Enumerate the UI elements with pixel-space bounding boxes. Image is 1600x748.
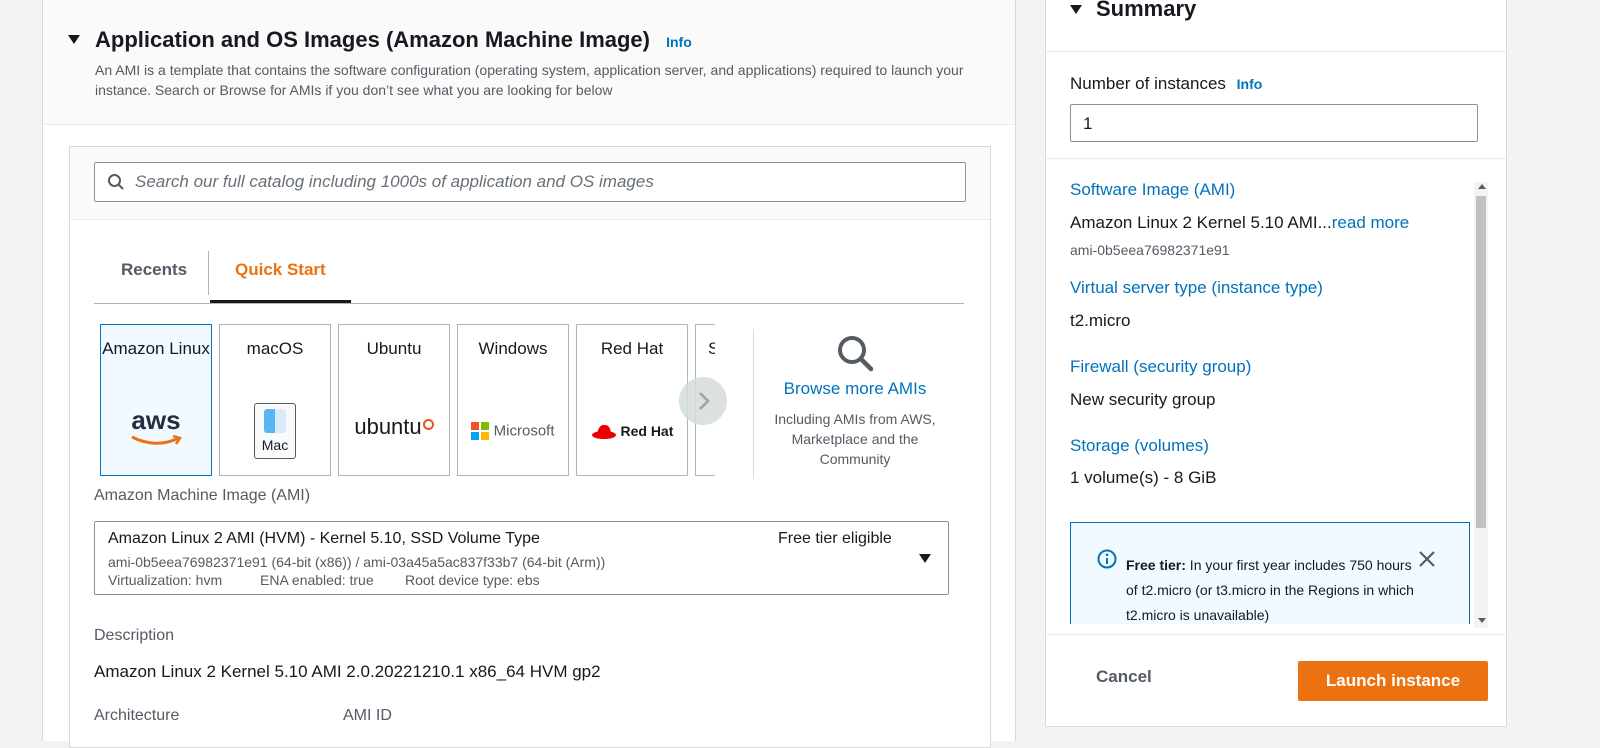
windows-icon [471,422,490,441]
redhat-logo-icon: Red Hat [577,417,687,445]
tab-recents[interactable]: Recents [121,260,187,280]
footer-divider [1046,634,1506,635]
search-icon [108,174,124,190]
free-tier-message: Free tier: In your first year includes 7… [1126,553,1416,624]
collapse-caret-icon[interactable] [68,35,80,44]
free-tier-alert: Free tier: In your first year includes 7… [1070,522,1470,624]
browse-more-amis-subtext: Including AMIs from AWS, Marketplace and… [774,411,936,467]
instances-info-link[interactable]: Info [1237,76,1263,92]
os-card-label: Amazon Linux [102,339,210,358]
ami-id-label: AMI ID [343,707,392,724]
description-value: Amazon Linux 2 Kernel 5.10 AMI 2.0.20221… [94,662,601,681]
os-card-windows[interactable]: Windows Microsoft [457,324,569,476]
tab-underline [94,303,964,304]
os-card-red-hat[interactable]: Red Hat Red Hat [576,324,688,476]
ami-select-dropdown[interactable]: Amazon Linux 2 AMI (HVM) - Kernel 5.10, … [94,521,949,595]
summary-scrollbar[interactable] [1474,182,1488,628]
browse-more-amis-link[interactable]: Browse more AMIs [765,379,945,399]
os-card-label: Windows [478,339,548,358]
aws-logo-text: aws [131,405,181,435]
search-box[interactable] [94,162,966,202]
os-card-label: Red Hat [600,339,664,358]
ami-selector-box: Recents Quick Start Amazon Linux aws mac… [69,146,991,748]
browse-divider [753,329,754,479]
tab-quick-start[interactable]: Quick Start [235,260,326,280]
section-title: Application and OS Images (Amazon Machin… [95,27,692,53]
dropdown-caret-icon [919,554,931,563]
summary-header-divider [1046,51,1506,52]
ami-section-header: Application and OS Images (Amazon Machin… [43,0,1015,125]
summary-caret-icon[interactable] [1070,5,1082,14]
scroll-up-arrow-icon[interactable] [1478,184,1486,189]
ami-root-device: Root device type: ebs [405,572,540,588]
scrollbar-thumb[interactable] [1476,196,1486,528]
architecture-label: Architecture [94,707,180,724]
summary-title: Summary [1096,0,1197,21]
firewall-link[interactable]: Firewall (security group) [1070,357,1251,377]
microsoft-logo-text: Microsoft [493,422,555,440]
ubuntu-logo-icon: ubuntu [339,413,449,442]
search-icon [838,336,874,372]
redhat-hat-icon [591,425,616,440]
ami-virtualization: Virtualization: hvm [108,572,223,588]
chevron-right-icon [699,392,710,410]
storage-link[interactable]: Storage (volumes) [1070,436,1209,456]
os-card-label: S [708,335,715,362]
summary-panel: Summary Number of instances Info 1 Softw… [1045,0,1507,727]
firewall-value: New security group [1070,390,1216,409]
instance-type-link[interactable]: Virtual server type (instance type) [1070,278,1323,298]
ami-name: Amazon Linux 2 AMI (HVM) - Kernel 5.10, … [108,530,540,547]
ami-label: Amazon Machine Image (AMI) [94,487,311,504]
redhat-logo-text: Red Hat [620,422,674,439]
storage-value: 1 volume(s) - 8 GiB [1070,468,1217,487]
browse-more-amis[interactable]: Browse more AMIs Including AMIs from AWS… [765,333,945,469]
ubuntu-logo-text: ubuntu [354,414,422,439]
description-label: Description [94,627,175,644]
software-image-link[interactable]: Software Image (AMI) [1070,180,1235,200]
os-card-ubuntu[interactable]: Ubuntu ubuntu [338,324,450,476]
microsoft-logo-icon: Microsoft [458,417,568,445]
section-title-text: Application and OS Images (Amazon Machin… [95,27,650,52]
tab-divider [208,251,209,295]
software-image-value: Amazon Linux 2 Kernel 5.10 AMI...read mo… [1070,213,1409,233]
mac-logo-icon: Mac [254,403,296,459]
search-area [70,147,990,220]
scroll-down-arrow-icon[interactable] [1478,618,1486,623]
software-image-id: ami-0b5eea76982371e91 [1070,242,1230,258]
close-icon[interactable] [1417,549,1437,569]
search-input[interactable] [135,163,955,201]
aws-smile-icon [131,435,182,445]
ami-ids: ami-0b5eea76982371e91 (64-bit (x86)) / a… [108,554,606,570]
info-link[interactable]: Info [666,34,692,50]
free-tier-badge: Free tier eligible [778,530,892,547]
software-image-text: Amazon Linux 2 Kernel 5.10 AMI... [1070,213,1332,232]
carousel-next-button[interactable] [679,377,727,425]
instances-input-value: 1 [1083,114,1093,133]
launch-instance-button[interactable]: Launch instance [1298,661,1488,701]
section-description: An AMI is a template that contains the s… [95,62,964,98]
instances-label: Number of instances Info [1070,74,1262,94]
os-card-label: macOS [246,339,304,358]
instances-label-text: Number of instances [1070,74,1226,93]
cancel-button[interactable]: Cancel [1096,667,1152,687]
aws-logo-icon: aws [101,405,211,447]
read-more-link[interactable]: read more [1332,213,1409,232]
os-card-macos[interactable]: macOS Mac [219,324,331,476]
instances-input[interactable]: 1 [1070,104,1478,142]
instances-divider [1046,158,1506,159]
free-tier-title: Free tier: [1126,557,1186,573]
instance-type-value: t2.micro [1070,311,1131,330]
os-card-label: Ubuntu [366,339,422,358]
mac-logo-text: Mac [261,437,289,453]
ami-section-panel: Application and OS Images (Amazon Machin… [42,0,1016,748]
os-card-amazon-linux[interactable]: Amazon Linux aws [100,324,212,476]
ami-ena: ENA enabled: true [260,572,374,588]
info-icon [1097,549,1117,569]
